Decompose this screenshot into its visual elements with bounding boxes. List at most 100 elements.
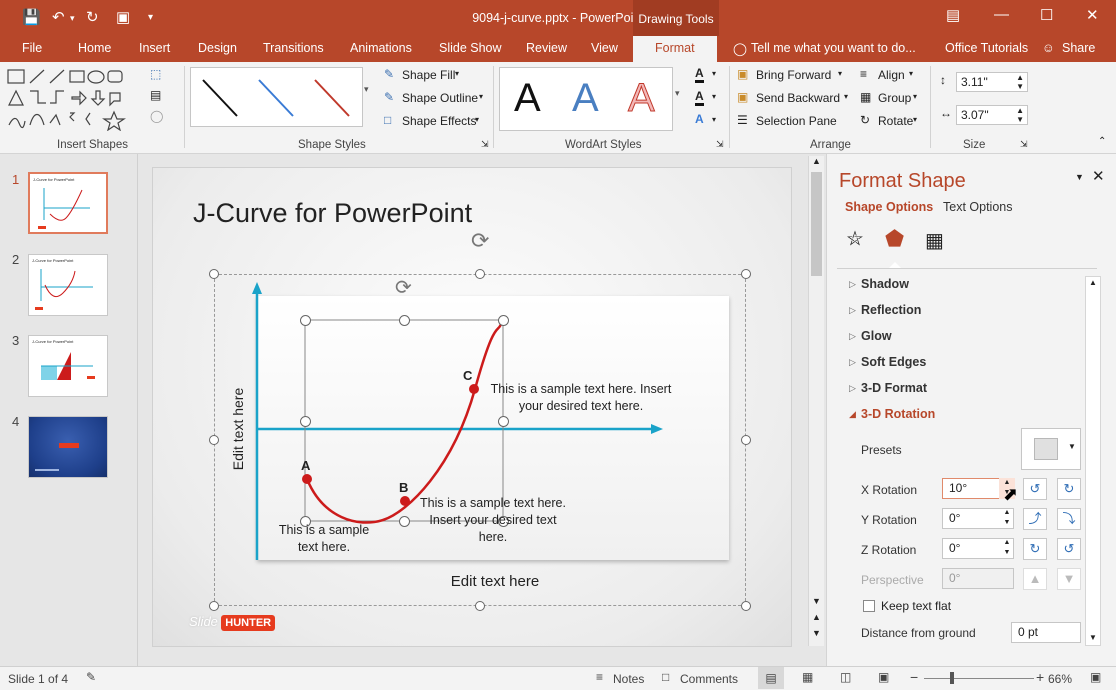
- z-rotate-clockwise-button[interactable]: ↻: [1023, 538, 1047, 560]
- chevron-down-icon[interactable]: ▾: [844, 92, 848, 101]
- x-rotate-right-button[interactable]: ↻: [1057, 478, 1081, 500]
- tab-home[interactable]: Home: [78, 41, 111, 55]
- wordart-style-black[interactable]: A: [514, 76, 541, 121]
- slide-sorter-icon[interactable]: ▦: [802, 670, 813, 684]
- group-button[interactable]: Group: [878, 91, 911, 105]
- slide[interactable]: J-Curve for PowerPoint ⟳ ⟳ Edit text her…: [152, 167, 792, 647]
- edit-shape-icon[interactable]: ⬚: [150, 67, 161, 81]
- slide-thumbnail-4[interactable]: [28, 416, 108, 478]
- scroll-thumb[interactable]: [811, 172, 822, 276]
- wordart-style-red[interactable]: A: [628, 76, 656, 121]
- shape-outline-button[interactable]: Shape Outline: [402, 91, 478, 105]
- zoom-out-icon[interactable]: −: [910, 669, 918, 685]
- normal-view-icon[interactable]: ▤: [758, 667, 784, 689]
- expand-caret-icon[interactable]: ▷: [849, 331, 856, 342]
- next-slide-icon[interactable]: ▼: [812, 628, 821, 638]
- size-properties-icon[interactable]: ▦: [925, 228, 944, 253]
- scroll-down-icon[interactable]: ▼: [812, 596, 821, 606]
- z-rotation-spinner[interactable]: ▲ ▼: [999, 538, 1015, 559]
- expand-caret-icon[interactable]: ▷: [849, 357, 856, 368]
- distance-input[interactable]: 0 pt: [1011, 622, 1081, 643]
- tab-file[interactable]: File: [22, 41, 42, 55]
- point-c-marker[interactable]: [469, 384, 479, 394]
- text-b[interactable]: This is a sample text here. Insert your …: [415, 495, 571, 546]
- shapes-gallery[interactable]: [6, 67, 128, 132]
- zoom-level[interactable]: 66%: [1048, 672, 1072, 686]
- dialog-launcher-icon[interactable]: ⇲: [481, 139, 489, 150]
- shape-height-input[interactable]: 3.11" ▲ ▼: [956, 72, 1028, 92]
- text-box-icon[interactable]: ▤: [150, 88, 161, 102]
- collapse-caret-icon[interactable]: ◢: [849, 409, 856, 420]
- chevron-down-icon[interactable]: ▾: [913, 92, 917, 101]
- point-a-marker[interactable]: [302, 474, 312, 484]
- tab-view[interactable]: View: [591, 41, 618, 55]
- selection-pane-button[interactable]: Selection Pane: [756, 114, 837, 128]
- section-glow[interactable]: Glow: [861, 329, 892, 343]
- reading-view-icon[interactable]: ◫: [840, 670, 851, 684]
- send-backward-button[interactable]: Send Backward: [756, 91, 840, 105]
- tab-insert[interactable]: Insert: [139, 41, 170, 55]
- shape-options-tab[interactable]: Shape Options: [845, 200, 933, 214]
- chevron-down-icon[interactable]: ▾: [909, 69, 913, 78]
- align-button[interactable]: Align: [878, 68, 905, 82]
- text-fill-icon[interactable]: A: [695, 66, 704, 83]
- spin-arrows-icon[interactable]: ▲ ▼: [1016, 106, 1024, 124]
- fit-slide-icon[interactable]: ▣: [1090, 670, 1101, 684]
- shape-styles-gallery[interactable]: [190, 67, 363, 127]
- y-rotate-up-button[interactable]: ⤴: [1023, 508, 1047, 530]
- chevron-down-icon[interactable]: ▾: [479, 92, 483, 101]
- section-shadow[interactable]: Shadow: [861, 277, 909, 291]
- fill-line-icon[interactable]: ⛦: [847, 228, 863, 251]
- keep-text-flat-label[interactable]: Keep text flat: [881, 599, 951, 613]
- text-outline-icon[interactable]: A: [695, 89, 704, 106]
- minimize-icon[interactable]: —: [994, 6, 1009, 23]
- resize-handle[interactable]: [399, 516, 410, 527]
- merge-shapes-icon[interactable]: ◯: [150, 109, 163, 123]
- shape-effects-button[interactable]: Shape Effects: [402, 114, 477, 128]
- section-reflection[interactable]: Reflection: [861, 303, 921, 317]
- x-rotate-left-button[interactable]: ↺: [1023, 478, 1047, 500]
- shape-width-input[interactable]: 3.07" ▲ ▼: [956, 105, 1028, 125]
- chevron-down-icon[interactable]: ▾: [913, 115, 917, 124]
- close-pane-icon[interactable]: ✕: [1092, 167, 1105, 185]
- collapse-ribbon-icon[interactable]: ⌃: [1098, 136, 1106, 147]
- resize-handle[interactable]: [399, 315, 410, 326]
- chevron-down-icon[interactable]: ▾: [712, 115, 716, 124]
- y-axis-label[interactable]: Edit text here: [230, 379, 246, 479]
- scroll-down-icon[interactable]: ▼: [1089, 633, 1097, 642]
- notes-button[interactable]: Notes: [613, 672, 644, 686]
- section-3d-rotation[interactable]: 3-D Rotation: [861, 407, 935, 421]
- slide-thumbnail-3[interactable]: J-Curve for PowerPoint: [28, 335, 108, 397]
- keep-text-flat-checkbox[interactable]: [863, 600, 875, 612]
- section-soft-edges[interactable]: Soft Edges: [861, 355, 926, 369]
- expand-caret-icon[interactable]: ▷: [849, 279, 856, 290]
- gallery-more-icon[interactable]: ▾: [675, 88, 680, 99]
- text-c[interactable]: This is a sample text here. Insert your …: [485, 381, 677, 415]
- resize-handle[interactable]: [498, 416, 509, 427]
- effects-icon[interactable]: ⬟: [885, 226, 904, 252]
- maximize-icon[interactable]: ☐: [1040, 6, 1053, 24]
- ribbon-display-icon[interactable]: ▤: [946, 6, 960, 24]
- zoom-slider[interactable]: [924, 678, 1034, 679]
- expand-caret-icon[interactable]: ▷: [849, 383, 856, 394]
- comments-button[interactable]: Comments: [680, 672, 738, 686]
- tab-slide-show[interactable]: Slide Show: [439, 41, 502, 55]
- share-button[interactable]: Share: [1062, 41, 1095, 55]
- rotate-handle-icon[interactable]: ⟳: [395, 275, 412, 300]
- scroll-up-icon[interactable]: ▲: [812, 156, 821, 166]
- pane-options-icon[interactable]: ▼: [1075, 172, 1084, 182]
- tab-format[interactable]: Format: [633, 36, 717, 62]
- tell-me-search[interactable]: Tell me what you want to do...: [751, 41, 916, 55]
- chevron-down-icon[interactable]: ▾: [712, 92, 716, 101]
- wordart-style-blue[interactable]: A: [572, 76, 599, 121]
- chevron-down-icon[interactable]: ▾: [455, 69, 459, 78]
- y-rotation-spinner[interactable]: ▲ ▼: [999, 508, 1015, 529]
- gallery-more-icon[interactable]: ▾: [364, 84, 369, 95]
- resize-handle[interactable]: [300, 416, 311, 427]
- presets-dropdown[interactable]: ▼: [1021, 428, 1081, 470]
- y-rotate-down-button[interactable]: ⤵: [1057, 508, 1081, 530]
- z-rotate-counterclockwise-button[interactable]: ↺: [1057, 538, 1081, 560]
- shape-fill-button[interactable]: Shape Fill: [402, 68, 455, 82]
- resize-handle[interactable]: [300, 315, 311, 326]
- chevron-down-icon[interactable]: ▾: [838, 69, 842, 78]
